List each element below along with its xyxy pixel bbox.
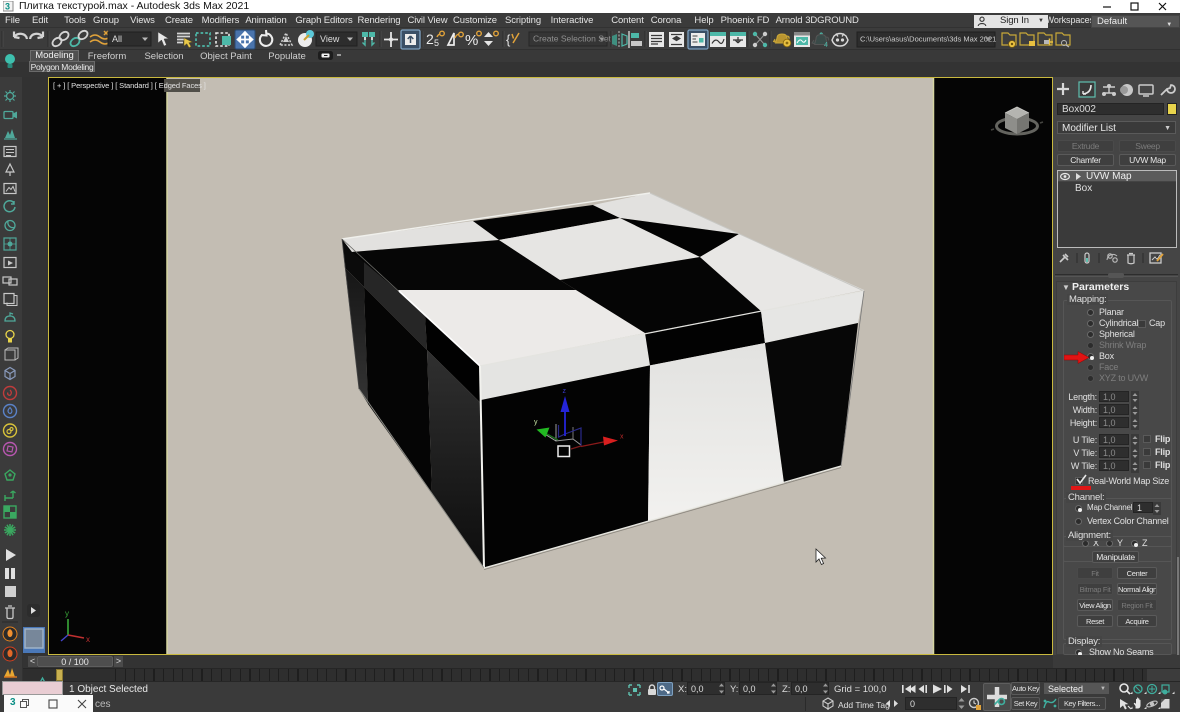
- svg-text:All: All: [112, 34, 122, 44]
- svg-text:2: 2: [426, 31, 434, 47]
- svg-text:5: 5: [434, 38, 439, 48]
- svg-text:View: View: [320, 34, 340, 44]
- svg-text:3: 3: [5, 2, 10, 12]
- svg-text:C:\Users\asus\Documents\3ds Ma: C:\Users\asus\Documents\3ds Max 2021: [860, 35, 996, 44]
- svg-text:{: {: [506, 32, 511, 47]
- svg-text:4: 4: [824, 42, 828, 49]
